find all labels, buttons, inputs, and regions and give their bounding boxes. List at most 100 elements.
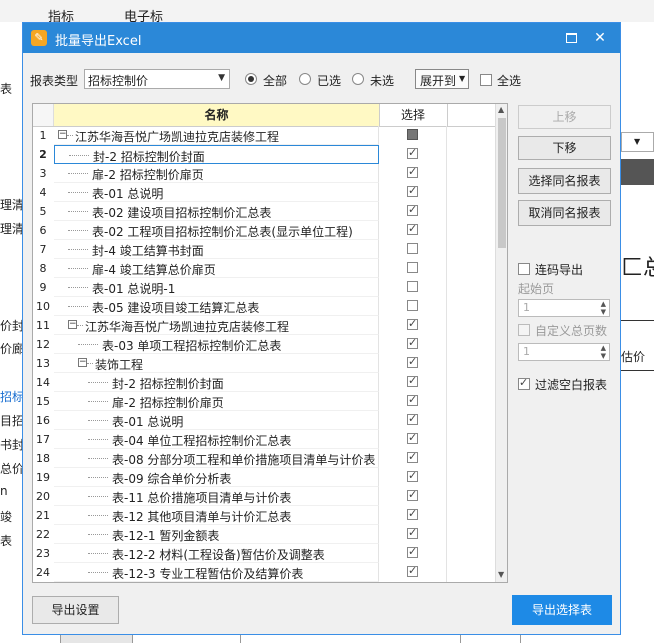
table-row[interactable]: 2 封-2 招标控制价封面 — [33, 145, 495, 164]
table-row[interactable]: 9 表-01 总说明-1 — [33, 278, 495, 297]
report-name-cell[interactable]: − 江苏华海吾悦广场凯迪拉克店装修工程 — [54, 316, 379, 335]
report-name-cell[interactable]: 扉-2 招标控制价扉页 — [54, 164, 379, 183]
table-row[interactable]: 14 封-2 招标控制价封面 — [33, 373, 495, 392]
table-row[interactable]: 8 扉-4 竣工结算总价扉页 — [33, 259, 495, 278]
select-all-checkbox[interactable] — [480, 74, 492, 86]
continuous-export-checkbox[interactable] — [518, 263, 530, 275]
report-name-cell[interactable]: 表-12 其他项目清单与计价汇总表 — [54, 506, 379, 525]
start-page-stepper[interactable]: 1 ▲ ▼ — [518, 299, 610, 317]
table-row[interactable]: 5 表-02 建设项目招标控制价汇总表 — [33, 202, 495, 221]
report-name-cell[interactable]: 扉-2 招标控制价扉页 — [54, 392, 379, 411]
row-select-checkbox[interactable] — [407, 450, 418, 463]
row-select-checkbox[interactable] — [407, 545, 418, 558]
report-name-cell[interactable]: 封-2 招标控制价封面 — [54, 145, 379, 164]
column-header-select[interactable]: 选择 — [379, 104, 448, 126]
report-name-cell[interactable]: 封-4 竣工结算书封面 — [54, 240, 379, 259]
report-name-cell[interactable]: 表-02 工程项目招标控制价汇总表(显示单位工程) — [54, 221, 379, 240]
row-select-checkbox[interactable] — [407, 203, 418, 216]
table-row[interactable]: 3 扉-2 招标控制价扉页 — [33, 164, 495, 183]
row-select-checkbox[interactable] — [407, 336, 418, 349]
report-name-cell[interactable]: 表-08 分部分项工程和单价措施项目清单与计价表 — [54, 449, 379, 468]
stepper-down-icon[interactable]: ▼ — [601, 308, 606, 316]
collapse-toggle-icon[interactable]: − — [68, 320, 77, 329]
row-select-checkbox[interactable] — [407, 393, 418, 406]
expand-to-dropdown[interactable]: 展开到 ▼ — [415, 69, 469, 89]
row-select-checkbox[interactable] — [407, 300, 418, 311]
report-name-cell[interactable]: 表-02 建设项目招标控制价汇总表 — [54, 202, 379, 221]
row-select-checkbox[interactable] — [407, 243, 418, 254]
row-select-checkbox[interactable] — [407, 564, 418, 577]
row-select-checkbox[interactable] — [407, 317, 418, 330]
report-name-cell[interactable]: 表-11 总价措施项目清单与计价表 — [54, 487, 379, 506]
report-type-select[interactable]: 招标控制价 ▼ — [84, 69, 230, 89]
custom-total-pages-checkbox[interactable] — [518, 324, 530, 336]
report-name-cell[interactable]: 表-04 单位工程招标控制价汇总表 — [54, 430, 379, 449]
table-row[interactable]: 15 扉-2 招标控制价扉页 — [33, 392, 495, 411]
column-header-name[interactable]: 名称 — [54, 104, 380, 126]
cancel-same-name-button[interactable]: 取消同名报表 — [518, 200, 611, 226]
row-select-checkbox[interactable] — [407, 374, 418, 387]
close-button[interactable]: ✕ — [590, 28, 610, 48]
row-select-checkbox[interactable] — [407, 488, 418, 501]
background-dropdown[interactable]: ▼ — [621, 132, 654, 152]
report-name-cell[interactable]: 表-05 建设项目竣工结算汇总表 — [54, 297, 379, 316]
row-select-checkbox[interactable] — [407, 526, 418, 539]
radio-selected[interactable] — [299, 73, 311, 85]
report-name-cell[interactable]: 表-01 总说明 — [54, 183, 379, 202]
row-select-checkbox[interactable] — [407, 281, 418, 292]
table-row[interactable]: 19 表-09 综合单价分析表 — [33, 468, 495, 487]
table-row[interactable]: 24 表-12-3 专业工程暂估价及结算价表 — [33, 563, 495, 582]
table-row[interactable]: 17 表-04 单位工程招标控制价汇总表 — [33, 430, 495, 449]
table-row[interactable]: 10 表-05 建设项目竣工结算汇总表 — [33, 297, 495, 316]
report-name-cell[interactable]: 封-2 招标控制价封面 — [54, 373, 379, 392]
scrollbar-thumb[interactable] — [498, 118, 506, 248]
report-name-cell[interactable]: 表-09 综合单价分析表 — [54, 468, 379, 487]
table-row[interactable]: 6 表-02 工程项目招标控制价汇总表(显示单位工程) — [33, 221, 495, 240]
collapse-toggle-icon[interactable]: − — [78, 358, 87, 367]
table-row[interactable]: 4 表-01 总说明 — [33, 183, 495, 202]
report-name-cell[interactable]: − 装饰工程 — [54, 354, 379, 373]
report-name-cell[interactable]: 表-12-2 材料(工程设备)暂估价及调整表 — [54, 544, 379, 563]
row-select-checkbox[interactable] — [407, 129, 418, 140]
collapse-toggle-icon[interactable]: − — [58, 130, 67, 139]
row-select-checkbox[interactable] — [407, 507, 418, 520]
row-select-checkbox[interactable] — [407, 431, 418, 444]
report-name-cell[interactable]: 表-01 总说明 — [54, 411, 379, 430]
dialog-title-bar[interactable]: ✎ 批量导出Excel ✕ — [23, 23, 620, 53]
vertical-scrollbar[interactable]: ▲ ▼ — [495, 104, 507, 582]
radio-all[interactable] — [245, 73, 257, 85]
report-name-cell[interactable]: 表-12-1 暂列金额表 — [54, 525, 379, 544]
stepper-up-icon[interactable]: ▲ — [601, 344, 606, 352]
table-row[interactable]: 7 封-4 竣工结算书封面 — [33, 240, 495, 259]
row-select-checkbox[interactable] — [407, 469, 418, 482]
row-select-checkbox[interactable] — [407, 146, 418, 159]
radio-unselected[interactable] — [352, 73, 364, 85]
report-name-cell[interactable]: 表-01 总说明-1 — [54, 278, 379, 297]
table-row[interactable]: 16 表-01 总说明 — [33, 411, 495, 430]
row-select-checkbox[interactable] — [407, 262, 418, 273]
stepper-down-icon[interactable]: ▼ — [601, 352, 606, 360]
table-row[interactable]: 20 表-11 总价措施项目清单与计价表 — [33, 487, 495, 506]
table-row[interactable]: 1 − 江苏华海吾悦广场凯迪拉克店装修工程 — [33, 126, 495, 145]
report-name-cell[interactable]: 扉-4 竣工结算总价扉页 — [54, 259, 379, 278]
table-row[interactable]: 23 表-12-2 材料(工程设备)暂估价及调整表 — [33, 544, 495, 563]
report-name-cell[interactable]: 表-12-3 专业工程暂估价及结算价表 — [54, 563, 379, 582]
move-down-button[interactable]: 下移 — [518, 136, 611, 160]
filter-blank-reports-checkbox[interactable] — [518, 376, 530, 390]
report-name-cell[interactable]: − 江苏华海吾悦广场凯迪拉克店装修工程 — [54, 126, 379, 145]
export-selected-button[interactable]: 导出选择表 — [512, 595, 612, 625]
scroll-down-icon[interactable]: ▼ — [498, 570, 504, 579]
table-row[interactable]: 13 − 装饰工程 — [33, 354, 495, 373]
scroll-up-icon[interactable]: ▲ — [498, 105, 504, 114]
table-row[interactable]: 21 表-12 其他项目清单与计价汇总表 — [33, 506, 495, 525]
export-settings-button[interactable]: 导出设置 — [32, 596, 119, 624]
table-row[interactable]: 11 − 江苏华海吾悦广场凯迪拉克店装修工程 — [33, 316, 495, 335]
table-row[interactable]: 18 表-08 分部分项工程和单价措施项目清单与计价表 — [33, 449, 495, 468]
move-up-button[interactable]: 上移 — [518, 105, 611, 129]
select-same-name-button[interactable]: 选择同名报表 — [518, 168, 611, 194]
row-select-checkbox[interactable] — [407, 165, 418, 178]
row-select-checkbox[interactable] — [407, 355, 418, 368]
maximize-button[interactable] — [561, 28, 581, 48]
table-row[interactable]: 12 表-03 单项工程招标控制价汇总表 — [33, 335, 495, 354]
row-select-checkbox[interactable] — [407, 184, 418, 197]
